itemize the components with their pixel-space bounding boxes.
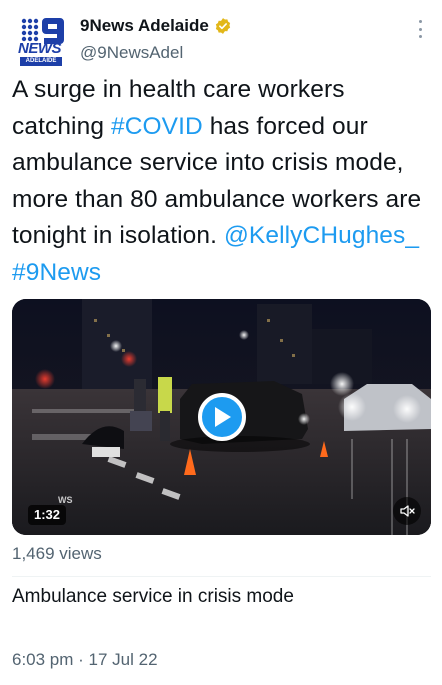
avatar-logo-text: NEWS — [18, 40, 62, 57]
mute-icon — [400, 505, 415, 517]
hashtag-9news-link[interactable]: #9News — [12, 259, 101, 286]
avatar[interactable]: NEWS ADELAIDE — [14, 14, 70, 70]
tweet-text: A surge in health care workers catching … — [12, 72, 432, 291]
play-icon — [215, 407, 231, 427]
name-row: 9News Adelaide — [80, 16, 232, 36]
avatar-logo-subtext: ADELAIDE — [20, 57, 62, 66]
video-duration: 1:32 — [28, 505, 67, 525]
video-player[interactable]: WS 1:32 — [12, 299, 431, 535]
more-options-icon[interactable] — [412, 20, 428, 38]
mention-link[interactable]: @KellyCHughes_ — [224, 222, 419, 249]
play-button[interactable] — [198, 393, 246, 441]
verified-badge-icon — [215, 18, 230, 34]
tweet-timestamp[interactable]: 6:03 pm · 17 Jul 22 — [12, 650, 158, 670]
video-caption: Ambulance service in crisis mode — [12, 586, 294, 607]
tweet-header: NEWS ADELAIDE 9News Adelaide @9NewsAdel — [0, 0, 442, 70]
hashtag-covid-link[interactable]: #COVID — [111, 113, 203, 140]
mute-button[interactable] — [393, 497, 421, 525]
display-name[interactable]: 9News Adelaide — [80, 16, 209, 36]
view-count: 1,469 views — [12, 544, 102, 563]
divider — [12, 576, 431, 577]
video-watermark: WS — [58, 495, 73, 505]
user-handle[interactable]: @9NewsAdel — [80, 43, 183, 63]
